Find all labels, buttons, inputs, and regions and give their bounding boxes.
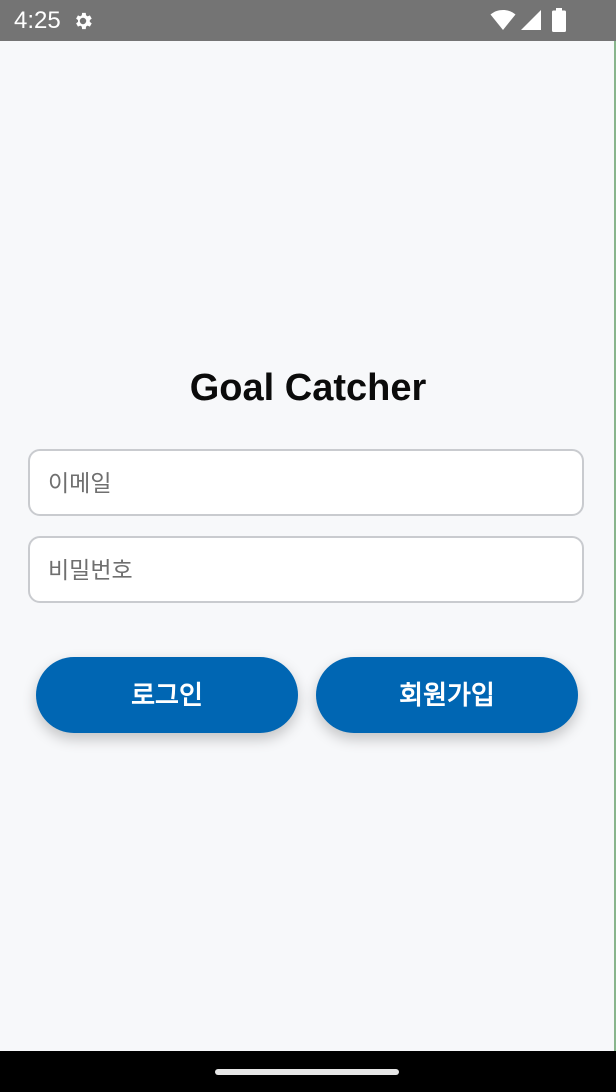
- gear-icon: [76, 12, 92, 30]
- password-input[interactable]: [46, 538, 570, 603]
- wifi-icon: [490, 10, 516, 30]
- app-title: Goal Catcher: [189, 367, 427, 409]
- signup-button[interactable]: 회원가입: [316, 657, 578, 733]
- status-time: 4:25: [14, 7, 61, 34]
- status-bar: 4:25: [0, 0, 616, 41]
- battery-icon: [552, 8, 566, 32]
- password-field[interactable]: [28, 536, 584, 603]
- email-input[interactable]: [46, 451, 570, 516]
- email-field[interactable]: [28, 449, 584, 516]
- login-button[interactable]: 로그인: [36, 657, 298, 733]
- home-handle[interactable]: [215, 1069, 399, 1075]
- signal-icon: [521, 10, 541, 30]
- navigation-bar: [0, 1051, 616, 1092]
